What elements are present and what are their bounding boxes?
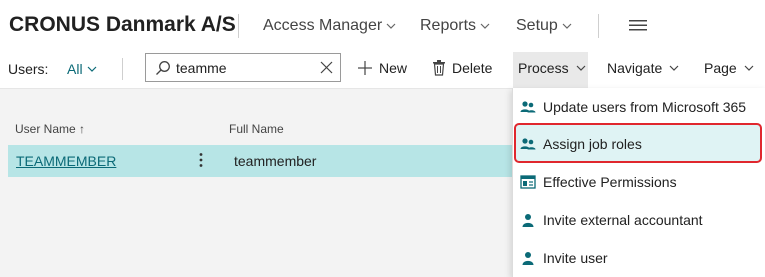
menu-item-invite-external-accountant[interactable]: Invite external accountant bbox=[513, 201, 765, 238]
menu-item-effective-permissions[interactable]: Effective Permissions bbox=[513, 163, 765, 200]
menu-item-label: Invite user bbox=[543, 249, 608, 266]
divider bbox=[598, 14, 599, 38]
users-label: Users: bbox=[8, 61, 49, 77]
filter-all-label: All bbox=[67, 61, 83, 77]
chevron-down-icon bbox=[87, 66, 96, 72]
new-button-label: New bbox=[379, 60, 408, 76]
menu-item-label: Effective Permissions bbox=[543, 173, 677, 190]
top-bar: CRONUS Danmark A/S Access Manager Report… bbox=[0, 0, 765, 53]
page-menu-button[interactable]: Page bbox=[704, 60, 755, 76]
chevron-down-icon bbox=[386, 23, 396, 29]
user-icon bbox=[522, 213, 534, 227]
chevron-down-icon bbox=[744, 65, 754, 71]
nav-setup-label: Setup bbox=[516, 17, 558, 34]
delete-button-label: Delete bbox=[452, 60, 493, 76]
user-icon bbox=[522, 251, 534, 265]
menu-item-label: Assign job roles bbox=[543, 135, 642, 152]
company-name[interactable]: CRONUS Danmark A/S bbox=[9, 13, 236, 37]
trash-icon bbox=[433, 60, 445, 76]
chevron-down-icon bbox=[562, 23, 572, 29]
process-dropdown-menu: Update users from Microsoft 365 Assign j… bbox=[512, 88, 765, 277]
nav-access-manager[interactable]: Access Manager bbox=[263, 17, 397, 35]
process-menu-button[interactable]: Process bbox=[518, 60, 587, 76]
permissions-icon bbox=[520, 174, 536, 189]
action-bar: Users: All New Delete bbox=[0, 52, 765, 89]
nav-access-manager-label: Access Manager bbox=[263, 17, 383, 34]
table-row[interactable]: TEAMMEMBER teammember bbox=[8, 145, 528, 177]
divider bbox=[238, 14, 239, 38]
nav-setup[interactable]: Setup bbox=[516, 17, 573, 35]
menu-item-assign-job-roles[interactable]: Assign job roles bbox=[513, 125, 765, 162]
nav-reports[interactable]: Reports bbox=[420, 17, 491, 35]
clear-icon[interactable] bbox=[320, 61, 333, 74]
user-name-link[interactable]: TEAMMEMBER bbox=[16, 153, 116, 169]
menu-item-update-users[interactable]: Update users from Microsoft 365 bbox=[513, 88, 765, 125]
process-label: Process bbox=[518, 60, 569, 76]
search-icon bbox=[156, 61, 170, 75]
column-header-user-name[interactable]: User Name ↑ bbox=[15, 122, 85, 136]
users-icon bbox=[520, 137, 536, 149]
chevron-down-icon bbox=[669, 65, 679, 71]
plus-icon bbox=[358, 61, 372, 75]
menu-item-label: Invite external accountant bbox=[543, 211, 703, 228]
chevron-down-icon bbox=[480, 23, 490, 29]
menu-item-label: Update users from Microsoft 365 bbox=[543, 98, 747, 115]
search-box[interactable] bbox=[145, 53, 341, 82]
column-header-full-name[interactable]: Full Name bbox=[229, 122, 284, 136]
chevron-down-icon bbox=[576, 65, 586, 71]
users-icon bbox=[520, 100, 536, 112]
navigate-menu-button[interactable]: Navigate bbox=[607, 60, 680, 76]
divider bbox=[122, 58, 123, 80]
column-user-name-label: User Name bbox=[15, 122, 76, 136]
nav-reports-label: Reports bbox=[420, 17, 477, 34]
sort-ascending-icon: ↑ bbox=[79, 122, 86, 136]
more-options-icon[interactable] bbox=[198, 152, 204, 168]
page-label: Page bbox=[704, 60, 737, 76]
hamburger-menu-icon[interactable] bbox=[629, 18, 647, 32]
new-button[interactable]: New bbox=[357, 60, 407, 76]
filter-all-dropdown[interactable]: All bbox=[67, 61, 98, 77]
delete-button[interactable]: Delete bbox=[432, 60, 492, 76]
search-input[interactable] bbox=[176, 58, 316, 77]
menu-item-invite-user[interactable]: Invite user bbox=[513, 239, 765, 276]
full-name-cell: teammember bbox=[234, 153, 317, 169]
navigate-label: Navigate bbox=[607, 60, 663, 76]
